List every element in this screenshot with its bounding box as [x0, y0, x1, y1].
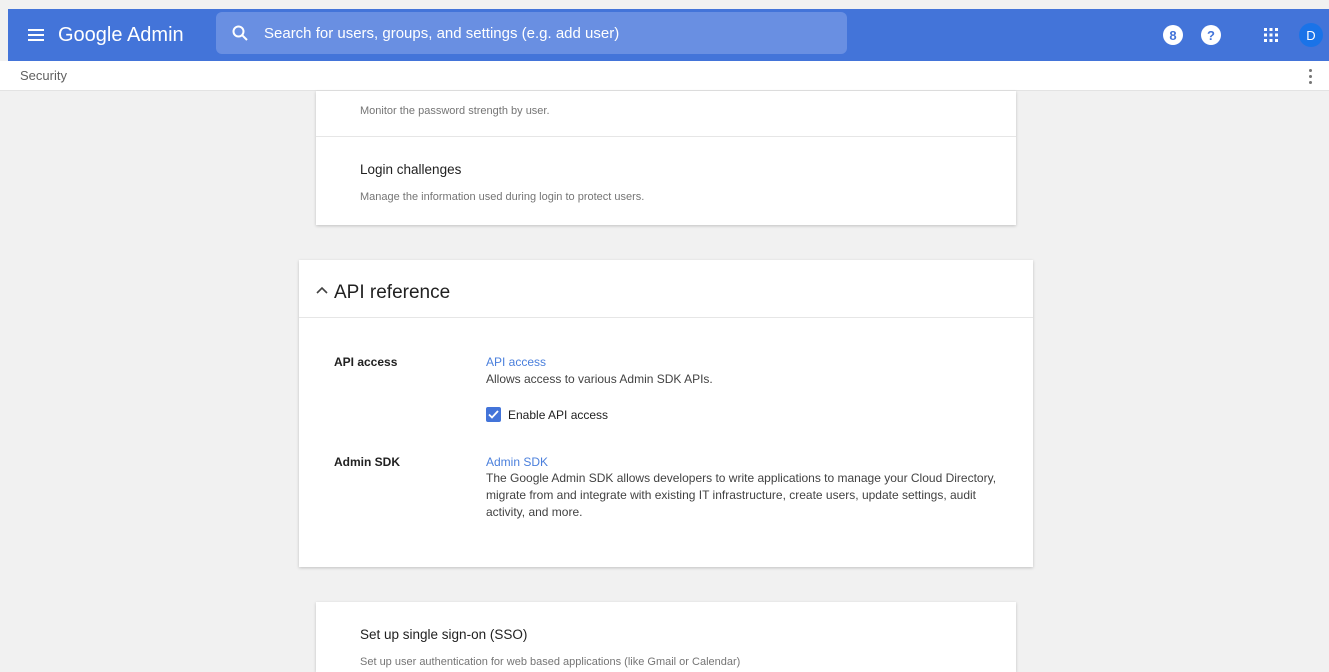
login-challenges-description: Manage the information used during login…	[360, 191, 645, 203]
security-settings-card: Monitor the password strength by user. L…	[316, 91, 1016, 225]
main-menu-button[interactable]	[24, 23, 48, 47]
search-bar[interactable]	[216, 12, 847, 54]
chevron-up-icon	[316, 286, 328, 294]
breadcrumb[interactable]: Security	[20, 68, 67, 83]
top-app-bar: Google Admin 8 ? D	[8, 9, 1329, 61]
notifications-badge-icon[interactable]: 8	[1163, 25, 1183, 45]
password-monitoring-description: Monitor the password strength by user.	[360, 105, 550, 117]
top-icons: 8 ? D	[1163, 9, 1329, 61]
api-access-link[interactable]: API access	[486, 355, 546, 369]
more-options-icon[interactable]	[1307, 67, 1313, 85]
login-challenges-row[interactable]: Login challenges Manage the information …	[316, 137, 1016, 225]
admin-sdk-label: Admin SDK	[334, 455, 400, 469]
api-access-description: Allows access to various Admin SDK APIs.	[486, 372, 713, 386]
checkmark-icon	[488, 410, 499, 419]
api-reference-title: API reference	[334, 282, 451, 303]
enable-api-access-label[interactable]: Enable API access	[508, 408, 608, 422]
login-challenges-title: Login challenges	[360, 162, 462, 177]
account-avatar[interactable]: D	[1299, 23, 1323, 47]
sso-description: Set up user authentication for web based…	[360, 656, 741, 668]
admin-sdk-link[interactable]: Admin SDK	[486, 455, 548, 469]
search-icon	[230, 23, 250, 43]
api-access-label: API access	[334, 355, 398, 369]
breadcrumb-bar: Security	[0, 61, 1329, 91]
admin-sdk-description: The Google Admin SDK allows developers t…	[486, 471, 997, 519]
api-reference-card: API reference API access API access Allo…	[299, 260, 1033, 567]
api-reference-header[interactable]: API reference	[299, 260, 1033, 318]
sso-title: Set up single sign-on (SSO)	[360, 627, 528, 642]
apps-grid-icon[interactable]	[1259, 23, 1283, 47]
search-input[interactable]	[262, 23, 822, 43]
app-title[interactable]: Google Admin	[58, 24, 184, 47]
hamburger-menu-icon	[28, 29, 44, 41]
help-icon[interactable]: ?	[1201, 25, 1221, 45]
sso-card[interactable]: Set up single sign-on (SSO) Set up user …	[316, 602, 1016, 672]
enable-api-access-checkbox[interactable]	[486, 407, 501, 422]
